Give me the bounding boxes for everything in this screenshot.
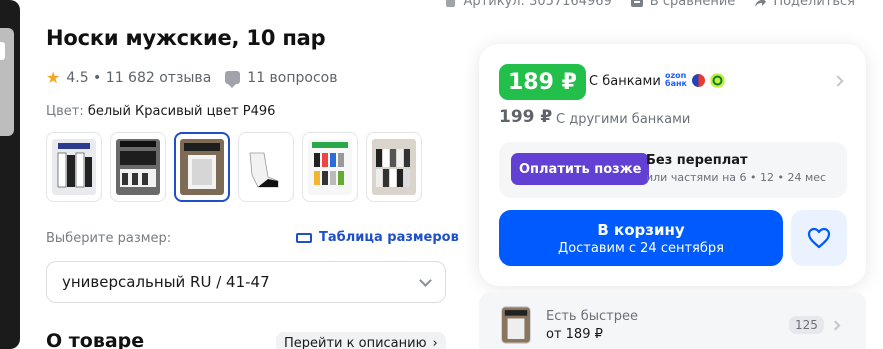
size-table-label: Таблица размеров [319, 230, 459, 245]
rating-value: 4.5 [66, 69, 89, 86]
gallery-edge [0, 0, 20, 349]
buy-panel: 189 ₽ С банками ozon банк 199 ₽ С другим… [479, 44, 866, 286]
product-image [244, 139, 288, 195]
rating-row[interactable]: ★ 4.5 • 11 682 отзыва 11 вопросов [46, 68, 337, 88]
faster-price: от 189 ₽ [546, 327, 603, 342]
questions-icon [225, 71, 241, 88]
pay-later-button[interactable]: Оплатить позже [511, 153, 650, 185]
bank-logo-icon [691, 73, 706, 87]
variant-thumbnail-selected[interactable] [174, 132, 230, 202]
sber-logo-icon [710, 73, 725, 87]
offer-thumbnail [501, 306, 531, 344]
pay-later-block: Оплатить позже Без переплат или частями … [499, 142, 847, 198]
size-select[interactable]: универсальный RU / 41-47 [46, 261, 446, 303]
color-row: Цвет: белый Красивый цвет P496 [46, 104, 275, 119]
compare-icon [630, 0, 643, 7]
product-image [308, 139, 352, 195]
reviews-count[interactable]: 11 682 отзыва [106, 70, 212, 86]
installments-text: или частями на 6 • 12 • 24 мес [646, 171, 827, 184]
article-copy[interactable]: Артикул: 3057164969 [444, 0, 612, 9]
compare-button[interactable]: В сравнение [630, 0, 736, 9]
questions-count[interactable]: 11 вопросов [247, 70, 337, 86]
bank-icons: ozon банк [665, 72, 725, 88]
heart-icon [807, 227, 831, 249]
gallery-marker [0, 42, 5, 60]
delivery-date: Доставим с 24 сентября [558, 240, 724, 256]
about-title: О товаре [46, 330, 145, 349]
goto-description-label: Перейти к описанию [284, 336, 427, 349]
top-actions: Артикул: 3057164969 В сравнение Поделить… [444, 0, 855, 9]
size-table-link[interactable]: Таблица размеров [296, 230, 459, 245]
with-banks-label: С банками [589, 74, 661, 89]
faster-title: Есть быстрее [546, 309, 638, 324]
copy-icon [445, 0, 455, 7]
goto-description-button[interactable]: Перейти к описанию › [276, 332, 446, 349]
size-select-value: универсальный RU / 41-47 [62, 273, 270, 291]
compare-label: В сравнение [649, 0, 736, 9]
chevron-right-icon: › [432, 336, 438, 349]
product-image [116, 139, 160, 195]
no-overpay-title: Без переплат [646, 153, 748, 168]
variant-thumbnail[interactable] [238, 132, 294, 202]
product-image [372, 139, 416, 195]
star-icon: ★ [46, 68, 61, 87]
ruler-icon [296, 232, 312, 243]
add-to-cart-label: В корзину [597, 220, 685, 239]
article-label: Артикул: 3057164969 [463, 0, 612, 9]
variant-thumbnail[interactable] [366, 132, 422, 202]
variant-thumbnail[interactable] [110, 132, 166, 202]
share-icon [755, 0, 767, 7]
favorite-button[interactable] [791, 210, 847, 266]
other-banks-label: С другими банками [556, 112, 691, 127]
product-title: Носки мужские, 10 пар [46, 26, 326, 50]
share-label: Поделиться [773, 0, 855, 9]
share-button[interactable]: Поделиться [753, 0, 855, 9]
regular-price: 199 ₽ [499, 107, 553, 127]
chevron-right-icon [830, 320, 841, 331]
faster-delivery-offer[interactable]: Есть быстрее от 189 ₽ 125 [479, 292, 866, 349]
product-image [52, 139, 96, 195]
offers-count-badge: 125 [789, 316, 824, 334]
variant-thumbnail[interactable] [302, 132, 358, 202]
color-label: Цвет: [46, 104, 84, 119]
ozon-bank-logo: ozon банк [665, 71, 687, 88]
rating-separator: • [88, 69, 106, 86]
variant-thumbnail[interactable] [46, 132, 102, 202]
add-to-cart-button[interactable]: В корзину Доставим с 24 сентября [499, 210, 783, 266]
variant-thumbnails [46, 132, 422, 202]
chevron-down-icon [419, 273, 432, 287]
size-label: Выберите размер: [46, 231, 172, 246]
bank-price-badge[interactable]: 189 ₽ [499, 64, 586, 100]
chevron-right-icon[interactable] [832, 75, 844, 87]
product-image [180, 139, 224, 195]
color-value: белый Красивый цвет P496 [87, 104, 276, 119]
